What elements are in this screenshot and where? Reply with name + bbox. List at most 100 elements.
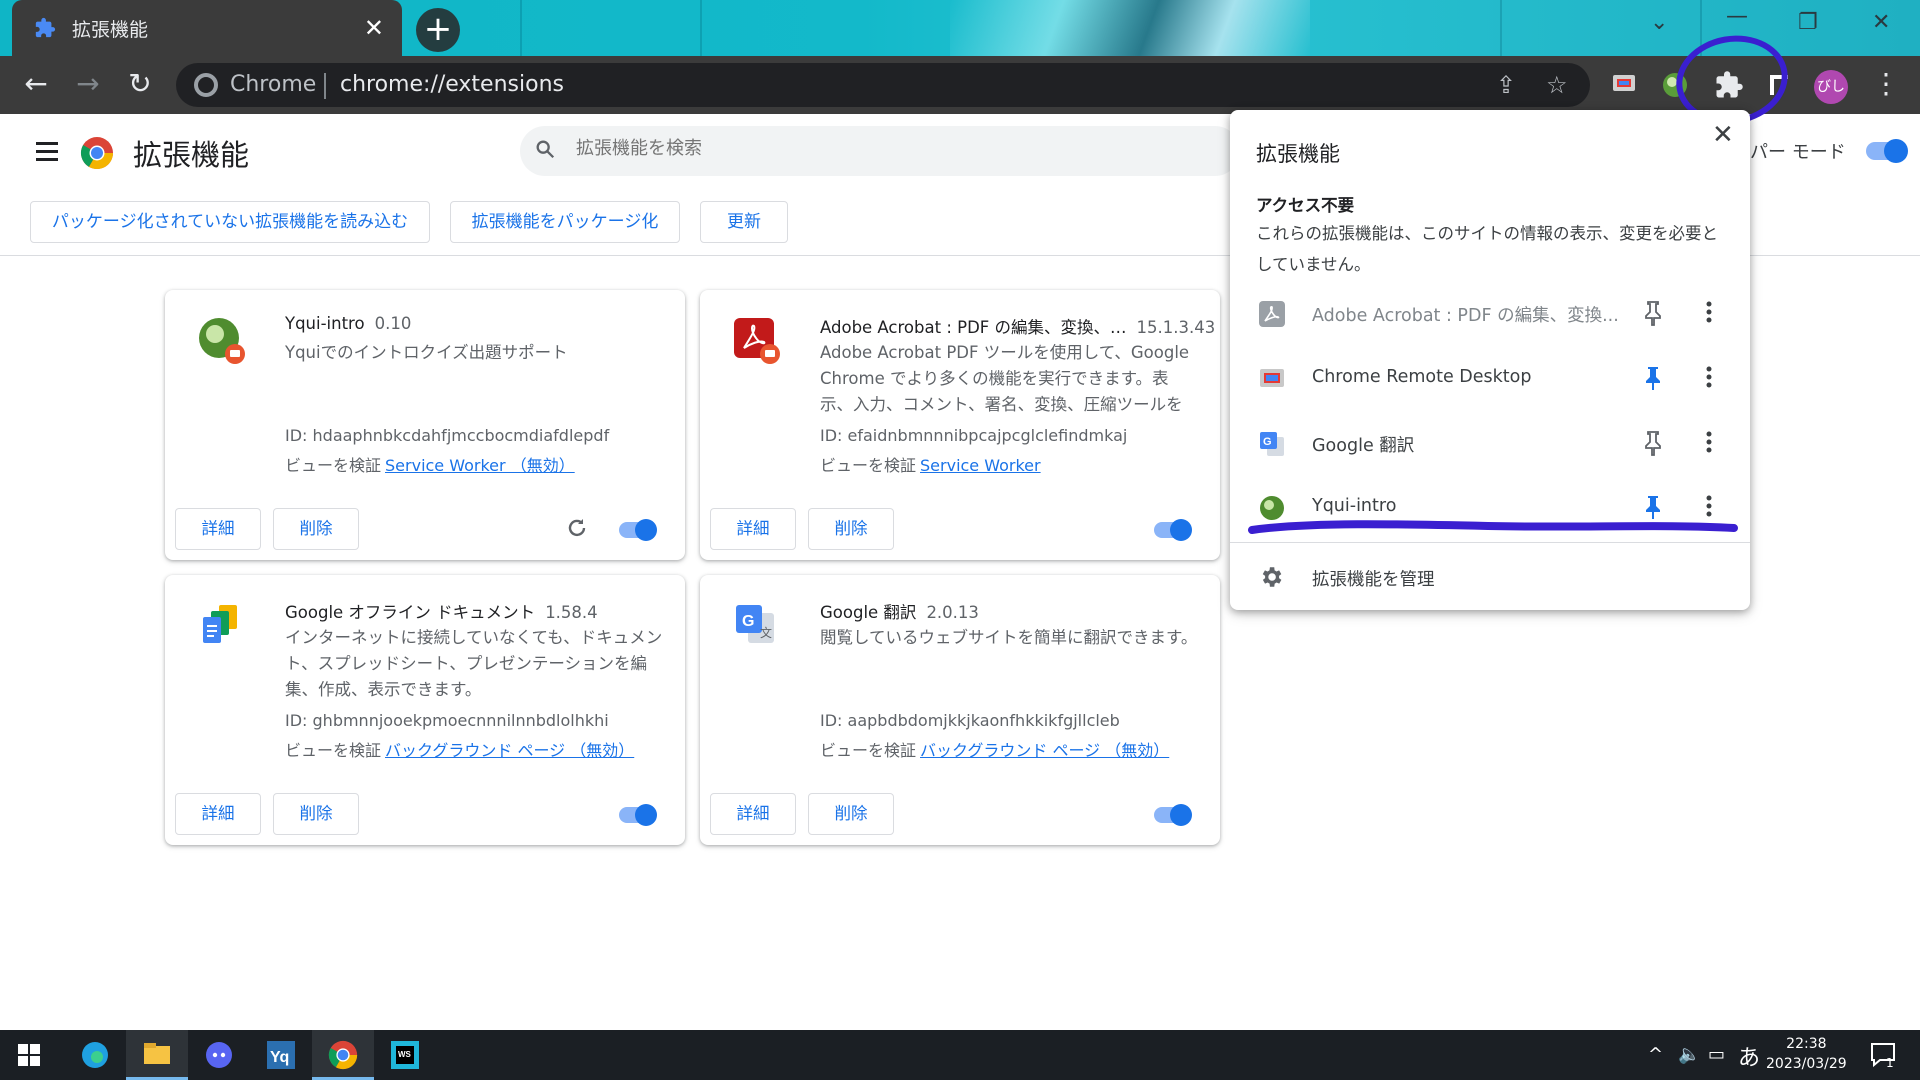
minimize-icon[interactable]: — [1726,4,1748,29]
dev-mode-toggle[interactable] [1866,139,1908,163]
address-bar[interactable]: Chrome chrome://extensions ⇪ ☆ [176,63,1590,107]
popup-close-icon[interactable]: ✕ [1712,120,1734,150]
extension-id: ID: ghbmnnjooekpmoecnnnilnnbdlolhkhi [285,711,609,730]
update-button[interactable]: 更新 [700,201,788,243]
extension-card-yqui: Yqui-intro 0.10 Yquiでのイントロクイズ出題サポート ID: h… [165,290,685,560]
search-input[interactable] [576,138,1176,159]
window-close-icon[interactable]: ✕ [1872,10,1890,35]
edge-taskbar-app[interactable] [64,1030,126,1080]
remove-button[interactable]: 削除 [273,793,359,835]
section-description: これらの拡張機能は、このサイトの情報の表示、変更を必要としていません。 [1256,224,1718,274]
inspect-view-link[interactable]: Service Worker （無効） [385,456,575,475]
yqui-app-icon: Yq [267,1041,295,1069]
tab-close-icon[interactable]: ✕ [364,14,384,42]
page-title: 拡張機能 [133,138,250,172]
inspect-view-link[interactable]: バックグラウンド ページ （無効） [385,741,634,760]
new-tab-button[interactable]: + [416,8,460,52]
chrome-site-icon [194,73,218,97]
remove-button[interactable]: 削除 [273,508,359,550]
inspect-view-link[interactable]: バックグラウンド ページ （無効） [920,741,1169,760]
pin-outline-icon[interactable] [1642,430,1664,456]
more-vert-icon[interactable] [1702,492,1716,520]
windows-start-icon[interactable] [18,1044,40,1066]
popup-item-name: Yqui-intro [1312,496,1397,516]
restore-icon[interactable]: ❐ [1798,10,1818,35]
webstorm-taskbar-app[interactable]: WS [374,1030,436,1080]
taskbar-clock[interactable]: 22:38 2023/03/29 [1766,1034,1847,1074]
chrome-icon [328,1040,358,1070]
enable-toggle[interactable] [1154,519,1192,541]
enable-toggle[interactable] [1154,804,1192,826]
popup-item-translate[interactable]: G Google 翻訳 [1230,412,1750,476]
popup-item-remote-desktop[interactable]: Chrome Remote Desktop [1230,347,1750,411]
extension-name: Yqui-intro [285,314,365,333]
tray-chevron-icon[interactable]: ^ [1648,1044,1663,1065]
svg-text:Yq: Yq [270,1049,289,1066]
share-icon[interactable]: ⇪ [1496,71,1516,99]
pin-filled-icon[interactable] [1642,494,1664,520]
chrome-taskbar-app[interactable] [312,1030,374,1080]
svg-text:WS: WS [398,1050,412,1059]
extension-description: インターネットに接続していなくても、ドキュメント、スプレッドシート、プレゼンテー… [285,628,663,699]
pin-outline-icon[interactable] [1642,300,1664,326]
chrome-logo-icon [80,137,114,170]
enable-toggle[interactable] [619,519,657,541]
reload-extension-icon[interactable] [565,516,589,540]
extension-name: Google オフライン ドキュメント [285,603,536,622]
theme-artwork [950,0,1310,56]
gear-icon [1262,567,1282,587]
pack-extension-button[interactable]: 拡張機能をパッケージ化 [450,201,680,243]
details-button[interactable]: 詳細 [175,508,261,550]
details-button[interactable]: 詳細 [710,793,796,835]
popup-divider [1230,542,1750,543]
enable-toggle[interactable] [619,804,657,826]
reload-icon[interactable]: ↻ [122,66,158,102]
battery-icon[interactable]: ▭ [1708,1044,1725,1065]
popup-item-acrobat[interactable]: Adobe Acrobat : PDF の編集、変換... [1230,282,1750,346]
discord-icon [206,1042,232,1068]
remove-button[interactable]: 削除 [808,508,894,550]
pin-filled-icon[interactable] [1642,365,1664,391]
yqui-taskbar-app[interactable]: Yq [250,1030,312,1080]
google-translate-icon: G 文 [736,605,774,643]
inspect-view-link[interactable]: Service Worker [920,456,1041,475]
tab-extensions[interactable]: 拡張機能 ✕ [12,0,402,56]
omnibox-separator [324,73,326,99]
notification-count: 1 [1886,1056,1894,1070]
inspect-views-label: ビューを検証 [285,456,382,475]
section-title: アクセス不要 [1256,196,1355,215]
google-translate-icon: G [1260,432,1284,456]
acrobat-grey-icon [1259,301,1285,327]
volume-icon[interactable]: 🔈 [1678,1044,1700,1065]
browser-toolbar: ← → ↻ Chrome chrome://extensions ⇪ ☆ びし … [0,56,1920,114]
site-label: Chrome [230,72,317,97]
remote-desktop-icon[interactable] [1610,70,1640,100]
more-vert-icon[interactable] [1702,428,1716,456]
discord-taskbar-app[interactable] [188,1030,250,1080]
search-box[interactable] [520,126,1240,176]
svg-text:文: 文 [760,625,772,640]
tab-search-icon[interactable]: ⌄ [1650,10,1668,35]
more-vert-icon[interactable] [1702,298,1716,326]
extension-version: 0.10 [374,314,412,333]
back-icon[interactable]: ← [18,66,54,102]
inspect-views-label: ビューを検証 [820,741,917,760]
url-text[interactable]: chrome://extensions [340,72,564,97]
menu-kebab-icon[interactable]: ⋮ [1868,66,1904,102]
extension-id: ID: efaidnbmnnnibpcajpcglclefindmkaj [820,426,1128,445]
bookmark-star-icon[interactable]: ☆ [1546,71,1568,99]
explorer-taskbar-app[interactable] [126,1030,188,1080]
dev-mode-label: パー モード [1750,142,1846,163]
notification-icon[interactable] [1870,1042,1898,1068]
manage-extensions-item[interactable]: 拡張機能を管理 [1230,550,1750,606]
forward-icon[interactable]: → [70,66,106,102]
details-button[interactable]: 詳細 [710,508,796,550]
hamburger-menu-icon[interactable] [36,142,58,166]
extension-name: Google 翻訳 [820,603,917,622]
load-unpacked-button[interactable]: パッケージ化されていない拡張機能を読み込む [30,201,430,243]
ime-indicator[interactable]: あ [1738,1040,1760,1072]
profile-avatar[interactable]: びし [1814,70,1848,104]
details-button[interactable]: 詳細 [175,793,261,835]
remove-button[interactable]: 削除 [808,793,894,835]
more-vert-icon[interactable] [1702,363,1716,391]
